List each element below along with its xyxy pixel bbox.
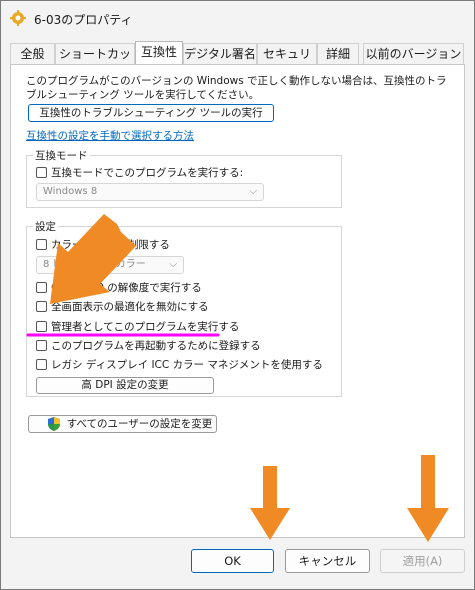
troubleshoot-button[interactable]: 互換性のトラブルシューティング ツールの実行 — [28, 104, 274, 122]
os-version-select[interactable]: Windows 8 ⌵ — [36, 183, 264, 201]
chevron-down-icon: ⌵ — [249, 186, 257, 197]
tab-details[interactable]: 詳細 — [317, 43, 359, 64]
color-mode-select[interactable]: 8 ビット (256) カラー ⌵ — [36, 256, 184, 274]
app-icon — [10, 10, 26, 26]
disable-fullscreen-label: 全画面表示の最適化を無効にする — [51, 300, 209, 313]
compat-mode-checkbox-label: 互換モードでこのプログラムを実行する: — [51, 166, 244, 179]
all-users-label: すべてのユーザーの設定を変更 — [66, 418, 213, 430]
checkbox-box[interactable] — [36, 358, 47, 370]
run-as-admin-checkbox[interactable]: 管理者としてこのプログラムを実行する — [36, 318, 239, 334]
compat-mode-label: 互換モード — [33, 148, 90, 163]
checkbox-box[interactable] — [36, 238, 47, 250]
color-mode-value: 8 ビット (256) カラー — [43, 259, 146, 270]
compatibility-panel: このプログラムがこのバージョンの Windows で正しく動作しない場合は、互換… — [10, 64, 465, 538]
intro-text: このプログラムがこのバージョンの Windows で正しく動作しない場合は、互換… — [26, 75, 447, 101]
apply-button[interactable]: 適用(A) — [380, 549, 465, 573]
checkbox-box[interactable] — [36, 320, 47, 332]
settings-label: 設定 — [33, 219, 58, 234]
tab-previous-versions[interactable]: 以前のバージョン — [363, 43, 464, 64]
register-restart-label: このプログラムを再起動するために登録する — [51, 339, 261, 352]
tab-security[interactable]: セキュリティ — [257, 43, 317, 82]
tab-compatibility[interactable]: 互換性 — [135, 41, 183, 64]
checkbox-box[interactable] — [36, 339, 47, 351]
disable-fullscreen-checkbox[interactable]: 全画面表示の最適化を無効にする — [36, 298, 209, 314]
properties-window: 6-03のプロパティ 全般 ショートカット 互換性 デジタル署名 セキュリティ … — [0, 0, 475, 590]
settings-group: 設定 カラー モードを制限する 8 ビット (256) カラー ⌵ 640 x … — [26, 219, 342, 397]
reduced-color-label: カラー モードを制限する — [51, 238, 170, 251]
checkbox-box[interactable] — [36, 281, 47, 293]
checkbox-box[interactable] — [36, 166, 47, 178]
resolution-640-checkbox[interactable]: 640 x 480 の解像度で実行する — [36, 279, 202, 295]
legacy-icc-checkbox[interactable]: レガシ ディスプレイ ICC カラー マネジメントを使用する — [36, 356, 323, 372]
chevron-down-icon: ⌵ — [169, 259, 177, 270]
compat-mode-group: 互換モード 互換モードでこのプログラムを実行する: Windows 8 ⌵ — [26, 148, 342, 208]
manual-settings-link[interactable]: 互換性の設定を手動で選択する方法 — [26, 128, 194, 143]
tab-general[interactable]: 全般 — [10, 43, 55, 64]
resolution-640-label: 640 x 480 の解像度で実行する — [51, 281, 202, 294]
reduced-color-checkbox[interactable]: カラー モードを制限する — [36, 236, 170, 252]
os-version-value: Windows 8 — [43, 186, 98, 197]
all-users-button[interactable]: すべてのユーザーの設定を変更 — [28, 415, 217, 433]
compat-mode-checkbox[interactable]: 互換モードでこのプログラムを実行する: — [36, 164, 243, 180]
tab-shortcut[interactable]: ショートカット — [55, 43, 135, 82]
legacy-icc-label: レガシ ディスプレイ ICC カラー マネジメントを使用する — [51, 358, 323, 371]
cancel-button[interactable]: キャンセル — [285, 549, 370, 573]
checkbox-box[interactable] — [36, 300, 47, 312]
tab-digital-signature[interactable]: デジタル署名 — [183, 43, 257, 64]
ok-button[interactable]: OK — [191, 549, 274, 573]
shield-icon — [48, 417, 60, 431]
title-bar: 6-03のプロパティ — [1, 1, 474, 37]
window-title: 6-03のプロパティ — [34, 13, 133, 27]
run-as-admin-label: 管理者としてこのプログラムを実行する — [51, 320, 240, 333]
register-restart-checkbox[interactable]: このプログラムを再起動するために登録する — [36, 337, 261, 353]
high-dpi-button[interactable]: 高 DPI 設定の変更 — [36, 377, 214, 394]
